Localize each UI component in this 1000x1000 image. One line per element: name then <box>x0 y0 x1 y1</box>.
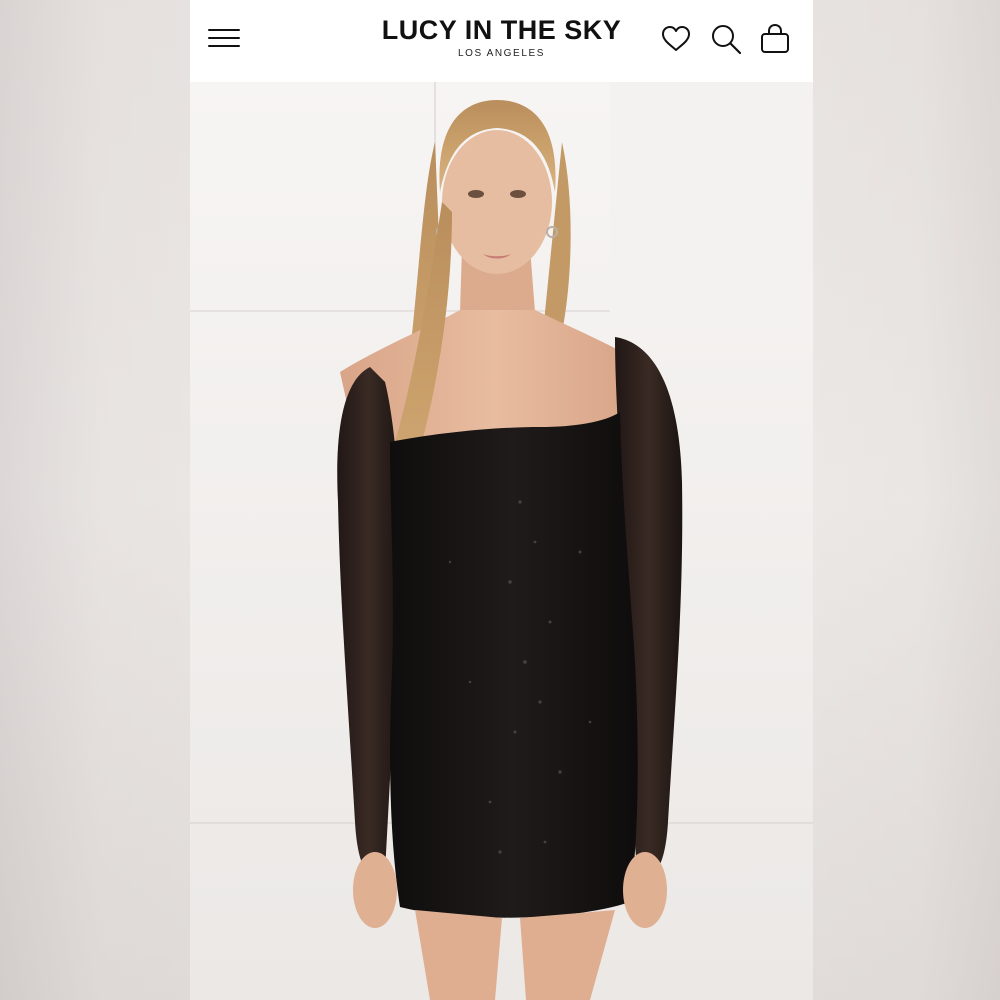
model-illustration <box>190 82 813 1000</box>
search-icon[interactable] <box>709 22 743 56</box>
site-header: LUCY IN THE SKY LOS ANGELES <box>190 0 813 82</box>
mobile-screen: LUCY IN THE SKY LOS ANGELES <box>190 0 813 1000</box>
left-background-panel <box>0 0 190 1000</box>
heart-icon[interactable] <box>659 22 693 56</box>
right-background-panel <box>812 0 1000 1000</box>
product-photo[interactable] <box>190 82 813 1000</box>
shopping-bag-icon[interactable] <box>758 22 792 56</box>
